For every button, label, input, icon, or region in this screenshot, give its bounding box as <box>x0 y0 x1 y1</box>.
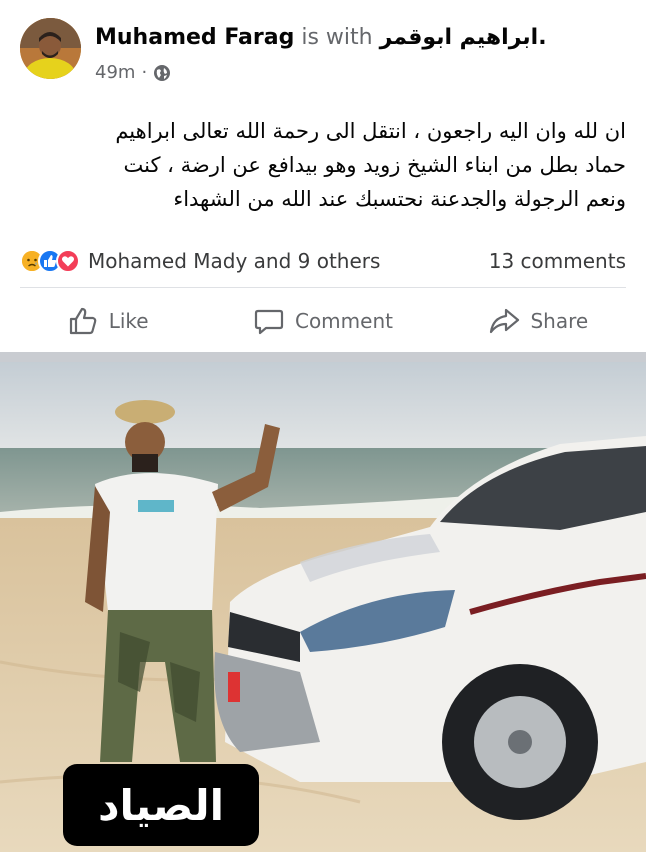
photo-caption-box: الصياد <box>63 764 259 846</box>
reactions-bar: Mohamed Mady and 9 others 13 comments <box>20 244 626 278</box>
share-button[interactable]: Share <box>431 292 646 350</box>
comments-count[interactable]: 13 comments <box>489 249 626 273</box>
section-separator <box>0 352 646 362</box>
comment-icon <box>254 309 284 335</box>
reactors-text[interactable]: Mohamed Mady and 9 others <box>88 249 380 273</box>
share-icon <box>490 308 520 334</box>
with-text: is with <box>294 25 380 50</box>
tagged-person[interactable]: ابراهيم ابوقمر. <box>380 25 547 50</box>
actions-bar: Like Comment Share <box>0 292 646 350</box>
share-label: Share <box>530 309 589 333</box>
love-reaction-icon <box>56 249 80 273</box>
photo-caption: الصياد <box>97 780 225 830</box>
meta-separator: · <box>141 62 148 83</box>
reactions-summary[interactable]: Mohamed Mady and 9 others <box>20 249 380 273</box>
divider <box>20 287 626 288</box>
author-line: Muhamed Farag is with ابراهيم ابوقمر. <box>95 24 547 52</box>
like-icon <box>69 307 97 335</box>
post-meta: 49m · <box>95 62 171 83</box>
author-avatar[interactable] <box>20 18 81 79</box>
post-header: Muhamed Farag is with ابراهيم ابوقمر. 49… <box>0 0 646 100</box>
comment-button[interactable]: Comment <box>215 292 430 350</box>
post-text: ان لله وان اليه راجعون ، انتقل الى رحمة … <box>115 119 626 211</box>
like-button[interactable]: Like <box>0 292 215 350</box>
post-time[interactable]: 49m <box>95 62 135 83</box>
comment-label: Comment <box>294 309 393 333</box>
like-label: Like <box>108 309 149 333</box>
globe-icon[interactable] <box>153 64 171 82</box>
author-name[interactable]: Muhamed Farag <box>95 25 294 50</box>
